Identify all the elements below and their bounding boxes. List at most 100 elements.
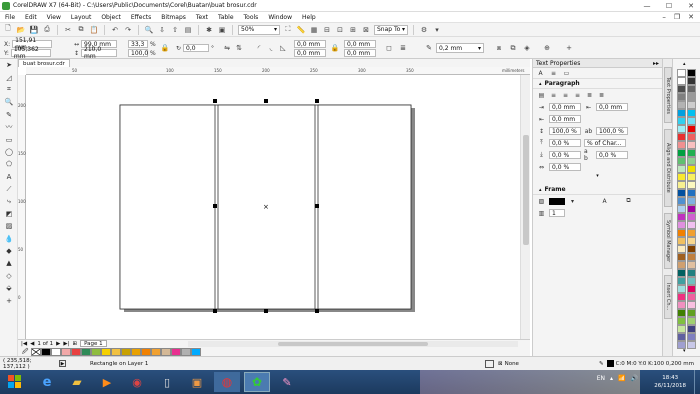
eyedropper-tool-icon[interactable]: 💧 [0,232,18,244]
outline-pen-icon[interactable]: ✎ [424,43,434,53]
eyedropper-icon[interactable]: 🖉 [22,347,28,357]
import-icon[interactable]: ⇩ [157,25,167,35]
left-indent-input[interactable]: 0,0 mm [549,103,581,111]
palette-color-swatch[interactable] [687,245,696,254]
network-icon[interactable]: 📶 [618,375,625,382]
redo-icon[interactable]: ↷ [123,25,133,35]
paste-icon[interactable]: 📋 [89,25,99,35]
color-swatch[interactable] [191,347,202,356]
zoom-tool-icon[interactable]: 🔍 [0,96,18,108]
selection-handle[interactable] [315,99,319,103]
no-color-swatch[interactable] [31,347,42,356]
color-swatch[interactable] [151,347,162,356]
palette-color-swatch[interactable] [677,181,686,190]
color-swatch[interactable] [101,347,112,356]
palette-color-swatch[interactable] [687,85,696,94]
rulers-icon[interactable]: 📏 [296,25,306,35]
drop-shadow-icon[interactable]: ◩ [0,208,18,220]
menu-bitmaps[interactable]: Bitmaps [156,14,191,21]
mirror-vertical-icon[interactable]: ⇅ [234,43,244,53]
welcome-screen-icon[interactable]: ▣ [217,25,227,35]
palette-color-swatch[interactable] [687,77,696,86]
publish-pdf-icon[interactable]: ▤ [183,25,193,35]
side-tab-text-properties[interactable]: Text Properties [664,67,672,123]
frame-option-icon[interactable]: A [600,197,609,206]
palette-color-swatch[interactable] [687,197,696,206]
menu-object[interactable]: Object [96,14,126,21]
doc-close-icon[interactable]: ✕ [688,13,694,21]
vertical-scrollbar[interactable] [520,75,530,339]
selection-handle[interactable] [315,204,319,208]
corner-radius-value[interactable]: 0,0 mm [294,49,326,57]
palette-color-swatch[interactable] [677,333,686,342]
corner-radius-value[interactable]: 0,0 mm [294,40,326,48]
to-front-icon[interactable]: ⧈ [494,43,504,53]
palette-color-swatch[interactable] [677,117,686,126]
full-screen-icon[interactable]: ⛶ [283,25,293,35]
corner-radius-4[interactable]: 0,0 mm [344,49,376,57]
language-spacing-input[interactable]: 0,0 % [596,151,628,159]
menu-effects[interactable]: Effects [126,14,156,21]
palette-color-swatch[interactable] [687,205,696,214]
corner-radius-value[interactable]: 0,0 mm [344,49,376,57]
selection-handle[interactable] [213,99,217,103]
align-center-icon[interactable]: ≡ [561,91,570,100]
palette-color-swatch[interactable] [677,85,686,94]
rotation-value[interactable]: 0,0 [183,44,210,52]
menu-text[interactable]: Text [191,14,213,21]
add-icon[interactable]: + [564,43,574,53]
palette-color-swatch[interactable] [687,341,696,350]
add-page-icon[interactable]: ⊞ [72,341,77,347]
palette-color-swatch[interactable] [677,213,686,222]
color-swatch[interactable] [71,347,82,356]
options-icon[interactable]: ⚙ [419,25,429,35]
selection-handle[interactable] [213,204,217,208]
palette-color-swatch[interactable] [677,237,686,246]
fill-indicator-icon[interactable] [484,359,494,368]
taskbar-mobile-icon[interactable]: ▯ [154,372,180,392]
doc-restore-icon[interactable]: ❐ [674,13,680,21]
palette-color-swatch[interactable] [687,173,696,182]
open-icon[interactable]: 📂 [16,25,26,35]
snap-to-select[interactable]: Snap To ▾ [374,24,408,35]
word-spacing-input[interactable]: 100,0 % [596,127,628,135]
palette-color-swatch[interactable] [687,189,696,198]
menu-layout[interactable]: Layout [66,14,96,21]
panel-right-rectangle[interactable] [317,104,412,310]
palette-color-swatch[interactable] [677,301,686,310]
palette-color-swatch[interactable] [687,317,696,326]
scale-y-value[interactable]: 100,0 [128,49,148,57]
palette-color-swatch[interactable] [677,293,686,302]
color-swatch[interactable] [171,347,182,356]
palette-scroll-down-icon[interactable]: ▾ [683,348,686,354]
first-line-indent-input[interactable]: 0,0 mm [596,103,628,111]
new-icon[interactable]: 🗋 [3,24,13,35]
palette-color-swatch[interactable] [687,93,696,102]
color-swatch[interactable] [131,347,142,356]
tray-arrow-icon[interactable]: ▴ [610,375,613,382]
palette-color-swatch[interactable] [687,69,696,78]
crop-tool-icon[interactable]: ⌗ [0,84,18,96]
palette-color-swatch[interactable] [687,141,696,150]
palette-color-swatch[interactable] [687,165,696,174]
after-paragraph-input[interactable]: 0,0 % [549,151,581,159]
taskbar-app-icon[interactable]: ◉ [124,372,150,392]
palette-color-swatch[interactable] [687,293,696,302]
search-content-icon[interactable]: 🔍 [144,25,154,35]
scale-x-value[interactable]: 33,3 [128,40,148,48]
vertical-scroll-thumb[interactable] [523,135,529,245]
freehand-tool-icon[interactable]: ✎ [0,109,18,121]
color-swatch[interactable] [91,347,102,356]
parallel-dimension-icon[interactable]: ⟋ [0,183,18,195]
selection-handle[interactable] [213,309,217,313]
palette-color-swatch[interactable] [677,101,686,110]
connector-tool-icon[interactable]: ⤷ [0,195,18,207]
color-swatch[interactable] [121,347,132,356]
palette-color-swatch[interactable] [677,125,686,134]
palette-color-swatch[interactable] [677,229,686,238]
rectangle-tool-icon[interactable]: ▭ [0,133,18,145]
scale-x-field[interactable]: 33,3 % [128,40,156,48]
guidelines-icon[interactable]: ⊟ [322,25,332,35]
height-field[interactable]: ↕ 210,0 mm [74,46,118,60]
palette-color-swatch[interactable] [677,149,686,158]
